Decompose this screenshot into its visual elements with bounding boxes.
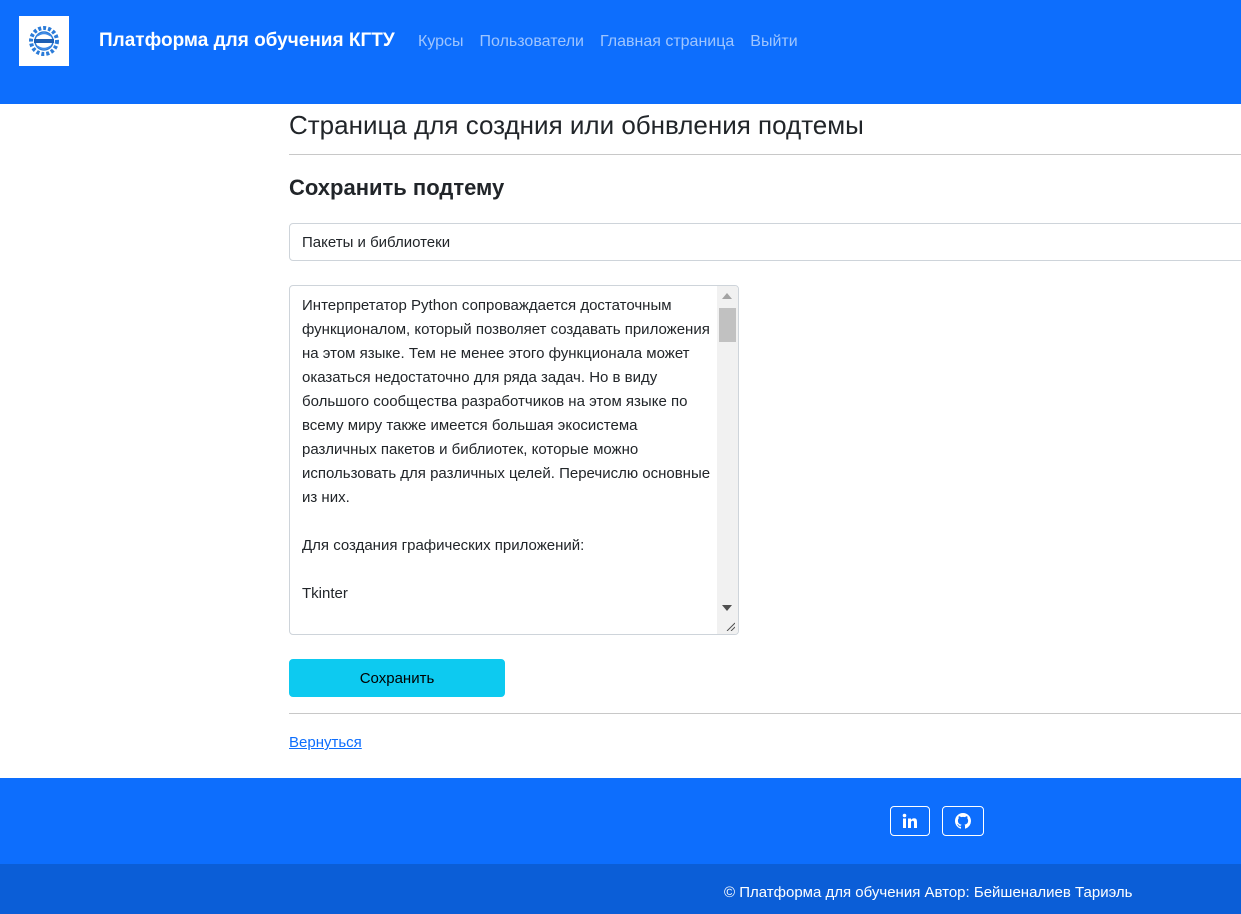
footer-copyright-bar: © Платформа для обучения Автор: Бейшенал… bbox=[0, 864, 1241, 914]
form-title: Сохранить подтему bbox=[289, 175, 505, 200]
scroll-thumb[interactable] bbox=[719, 308, 736, 342]
scroll-down-arrow-icon[interactable] bbox=[722, 605, 732, 611]
nav-link-courses[interactable]: Курсы bbox=[418, 32, 464, 52]
footer-social-section bbox=[0, 778, 1241, 864]
page-title: Страница для создния или обнвления подте… bbox=[289, 110, 864, 140]
vertical-scrollbar[interactable] bbox=[717, 286, 738, 618]
logo[interactable] bbox=[19, 16, 69, 66]
resize-handle[interactable] bbox=[717, 616, 738, 634]
navbar: Платформа для обучения КГТУ Курсы Пользо… bbox=[0, 0, 1241, 104]
divider bbox=[289, 154, 1241, 155]
scroll-up-arrow-icon[interactable] bbox=[722, 293, 732, 299]
github-button[interactable] bbox=[942, 806, 984, 836]
copyright-text: © Платформа для обучения Автор: Бейшенал… bbox=[724, 884, 1133, 901]
linkedin-icon bbox=[902, 813, 917, 828]
subtopic-title-input[interactable] bbox=[289, 223, 1241, 261]
nav-link-home[interactable]: Главная страница bbox=[600, 32, 734, 52]
github-icon bbox=[955, 813, 971, 829]
subtopic-content-textarea[interactable]: Интерпретатор Python сопроваждается дост… bbox=[289, 285, 739, 635]
resize-grip-icon bbox=[726, 622, 735, 631]
nav-link-logout[interactable]: Выйти bbox=[750, 32, 797, 52]
textarea-text: Интерпретатор Python сопроваждается дост… bbox=[302, 297, 711, 602]
gear-logo-icon bbox=[29, 26, 59, 56]
nav-link-users[interactable]: Пользователи bbox=[480, 32, 584, 52]
save-button[interactable]: Сохранить bbox=[289, 659, 505, 697]
divider bbox=[289, 713, 1241, 714]
back-link[interactable]: Вернуться bbox=[289, 734, 362, 752]
linkedin-button[interactable] bbox=[890, 806, 930, 836]
nav-menu: Курсы Пользователи Главная страница Выйт… bbox=[418, 32, 798, 52]
brand-title[interactable]: Платформа для обучения КГТУ bbox=[99, 30, 395, 52]
